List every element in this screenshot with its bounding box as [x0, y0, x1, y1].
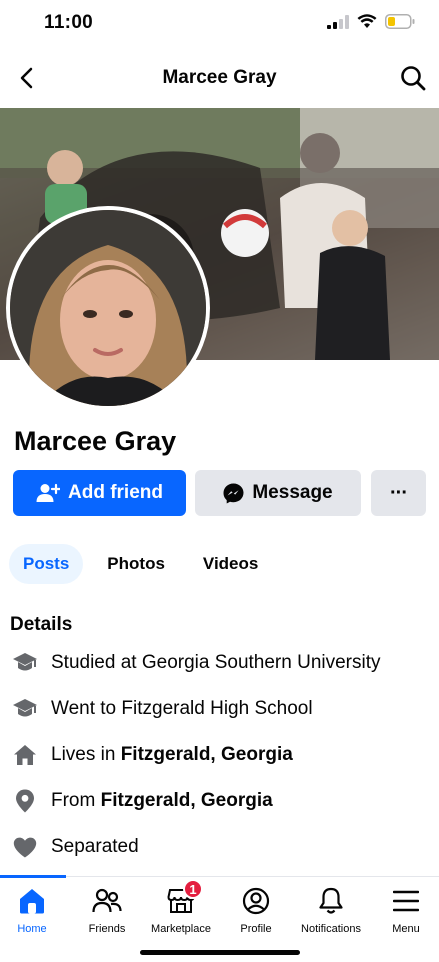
graduation-cap-icon: [10, 694, 40, 724]
wifi-icon: [357, 14, 377, 28]
profile-photo-image: [10, 210, 206, 406]
cellular-signal-icon: [327, 14, 349, 29]
detail-education-university: Studied at Georgia Southern University: [10, 648, 430, 678]
page-title: Marcee Gray: [162, 67, 277, 88]
profile-avatar[interactable]: [6, 206, 210, 410]
detail-text: Separated: [51, 836, 139, 857]
home-indicator[interactable]: [140, 950, 300, 955]
tab-photos[interactable]: Photos: [93, 544, 179, 584]
friends-icon: [89, 885, 125, 917]
tab-menu[interactable]: Menu: [366, 885, 439, 935]
status-time: 11:00: [44, 12, 94, 33]
profile-icon: [238, 885, 274, 917]
tab-label: Marketplace: [151, 923, 211, 935]
detail-relationship: Separated: [10, 832, 430, 862]
location-pin-icon: [10, 786, 40, 816]
tab-label: Profile: [240, 923, 272, 935]
detail-bold-text[interactable]: Fitzgerald, Georgia: [121, 744, 293, 766]
search-button[interactable]: [397, 62, 429, 94]
detail-education-highschool: Went to Fitzgerald High School: [10, 694, 430, 724]
graduation-cap-icon: [10, 648, 40, 678]
detail-lives-in: Lives in Fitzgerald, Georgia: [10, 740, 430, 770]
detail-text: Went to Fitzgerald High School: [51, 698, 313, 719]
heart-icon: [10, 832, 40, 862]
detail-text: Lives in: [51, 744, 121, 765]
add-friend-label: Add friend: [68, 482, 163, 503]
tab-home[interactable]: Home: [0, 885, 72, 935]
messenger-icon: [223, 483, 244, 503]
tab-notifications[interactable]: Notifications: [291, 885, 371, 935]
message-button[interactable]: Message: [195, 470, 361, 516]
tab-label: Home: [17, 923, 47, 935]
tab-label: Notifications: [301, 923, 361, 935]
nav-bar: Marcee Gray: [0, 52, 439, 104]
tab-posts[interactable]: Posts: [9, 544, 84, 584]
notification-badge: 1: [183, 879, 203, 899]
more-options-icon: ···: [390, 481, 408, 504]
detail-from: From Fitzgerald, Georgia: [10, 786, 430, 816]
battery-icon: [385, 14, 415, 29]
tab-label: Menu: [392, 923, 420, 935]
detail-text: Studied at Georgia Southern University: [51, 652, 381, 673]
status-bar: 11:00: [0, 0, 439, 48]
tab-marketplace[interactable]: 1 Marketplace: [141, 879, 221, 935]
profile-tabs: Posts Photos Videos: [9, 544, 282, 584]
search-icon: [401, 66, 426, 91]
house-icon: [10, 740, 40, 770]
detail-bold-text[interactable]: Fitzgerald, Georgia: [101, 790, 273, 812]
active-tab-indicator: [0, 875, 66, 878]
profile-actions: Add friend Message ···: [13, 470, 426, 516]
tab-friends[interactable]: Friends: [67, 885, 147, 935]
home-icon: [14, 885, 50, 917]
details-heading: Details: [10, 614, 73, 635]
tab-profile[interactable]: Profile: [216, 885, 296, 935]
tab-videos[interactable]: Videos: [189, 544, 272, 584]
more-options-button[interactable]: ···: [371, 470, 426, 516]
status-icons: [327, 14, 415, 29]
bell-icon: [313, 885, 349, 917]
add-friend-icon: [36, 483, 60, 502]
message-label: Message: [252, 482, 333, 503]
menu-icon: [388, 885, 424, 917]
profile-name: Marcee Gray: [14, 426, 177, 456]
marketplace-icon: 1: [163, 879, 203, 917]
add-friend-button[interactable]: Add friend: [13, 470, 186, 516]
detail-text: From: [51, 790, 101, 811]
tab-label: Friends: [88, 923, 126, 935]
